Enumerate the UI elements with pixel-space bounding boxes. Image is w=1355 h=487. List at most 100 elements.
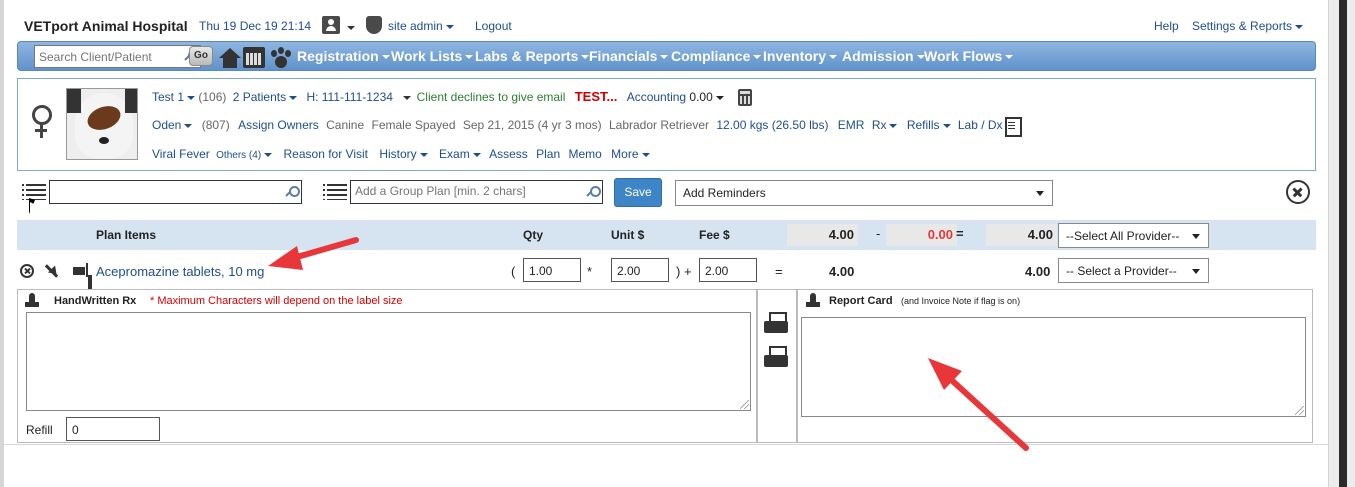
go-button[interactable]: Go <box>189 46 213 66</box>
history-menu[interactable]: History <box>379 147 427 161</box>
help-link[interactable]: Help <box>1154 19 1179 33</box>
refill-input[interactable]: 0 <box>66 417 160 441</box>
plan-link[interactable]: Plan <box>536 147 560 161</box>
printer-icon[interactable] <box>764 346 788 368</box>
move-down-arrow-icon[interactable] <box>44 264 58 278</box>
select-all-provider[interactable]: --Select All Provider-- <box>1058 223 1209 248</box>
resize-grip-icon[interactable] <box>1295 406 1304 415</box>
pet-dob: Sep 21, 2015 (4 yr 3 mos) <box>462 118 602 132</box>
window-scrollbar[interactable] <box>1328 0 1355 487</box>
client-alert[interactable]: TEST... <box>575 89 618 104</box>
select-all-provider-value: --Select All Provider-- <box>1066 229 1180 243</box>
emr-link[interactable]: EMR <box>838 118 865 132</box>
reminders-select-value: Add Reminders <box>683 186 766 200</box>
problem-link[interactable]: Viral Fever <box>152 147 210 161</box>
assign-owners-link[interactable]: Assign Owners <box>238 118 319 132</box>
reason-for-visit-link[interactable]: Reason for Visit <box>284 147 369 161</box>
home-icon[interactable] <box>219 48 241 68</box>
nav-menu-inventory[interactable]: Inventory <box>763 48 837 64</box>
search-input[interactable] <box>39 48 179 65</box>
rx-menu[interactable]: Rx <box>872 118 898 132</box>
handwritten-rx-textarea[interactable] <box>26 312 751 411</box>
fee-input[interactable]: 2.00 <box>699 258 757 282</box>
resize-grip-icon[interactable] <box>740 400 749 409</box>
scrollbar-thumb[interactable] <box>1339 0 1347 487</box>
unit-price-input[interactable]: 2.00 <box>611 258 669 282</box>
refill-label: Refill <box>26 423 53 437</box>
accounting-link[interactable]: Accounting <box>627 90 686 104</box>
inventory-forklift-icon[interactable] <box>73 263 93 279</box>
lab-dx-link[interactable]: Lab / Dx <box>958 118 1003 132</box>
patients-menu[interactable]: 2 Patients <box>233 90 297 104</box>
handwritten-rx-title: HandWritten Rx <box>54 295 137 307</box>
memo-link[interactable]: Memo <box>568 147 601 161</box>
close-icon[interactable] <box>1286 180 1310 204</box>
female-icon-crossbar <box>35 129 47 132</box>
printer-icon[interactable] <box>764 312 788 334</box>
group-plan-input[interactable] <box>355 184 575 198</box>
pet-photo[interactable] <box>66 88 138 160</box>
female-icon <box>30 105 52 139</box>
email-note: Client declines to give email <box>416 90 566 104</box>
pet-weight[interactable]: 12.00 kgs (26.50 lbs) <box>716 118 828 132</box>
calculator-icon[interactable] <box>738 89 752 106</box>
plan-item-name[interactable]: Acepromazine tablets, 10 mg <box>96 264 264 279</box>
exam-menu[interactable]: Exam <box>439 147 481 161</box>
account-balance[interactable]: 0.00 <box>689 90 723 104</box>
plan-item-search[interactable] <box>49 180 302 204</box>
paw-icon[interactable] <box>269 47 293 69</box>
client-phone[interactable]: H: 111-111-1234 <box>306 90 393 104</box>
plan-net-total: 4.00 <box>986 224 1057 246</box>
nav-menu-compliance[interactable]: Compliance <box>671 48 761 64</box>
pet-count: (807) <box>201 118 230 132</box>
qty-input[interactable]: 1.00 <box>523 258 581 282</box>
user-icon[interactable] <box>322 16 340 34</box>
search-icon[interactable] <box>587 186 601 199</box>
client-name-link[interactable]: Test 1 <box>152 90 195 104</box>
mouse-cursor-icon <box>29 198 35 214</box>
open-paren: ( <box>511 264 516 279</box>
plan-item-search-input[interactable] <box>54 184 274 198</box>
client-patient-search[interactable] <box>34 45 201 68</box>
refills-menu[interactable]: Refills <box>907 118 951 132</box>
window-frame-left <box>0 0 4 487</box>
shield-icon <box>366 16 382 34</box>
pet-name-link[interactable]: Oden <box>152 118 192 132</box>
nav-menu-financials[interactable]: Financials <box>589 48 668 64</box>
user-menu[interactable]: site admin <box>388 19 454 33</box>
app-title: VETport Animal Hospital <box>24 18 188 34</box>
group-plan-search[interactable] <box>350 180 603 204</box>
main-nav-bar: Go Registration Work Lists Labs & Report… <box>17 41 1316 71</box>
reminders-select[interactable]: Add Reminders <box>675 180 1053 206</box>
fee-header: Fee $ <box>699 228 730 242</box>
nav-menu-registration[interactable]: Registration <box>297 48 390 64</box>
nav-menu-labs-reports[interactable]: Labs & Reports <box>475 48 589 64</box>
close-paren-plus: ) + <box>676 264 692 279</box>
group-plan-list-icon[interactable] <box>323 184 347 200</box>
pet-row: Oden (807) Assign Owners Canine Female S… <box>152 118 1003 132</box>
stamp-icon <box>25 293 39 309</box>
report-card-note: (and Invoice Note if flag is on) <box>901 296 1021 306</box>
pet-species: Canine <box>326 118 365 132</box>
nav-menu-work-lists[interactable]: Work Lists <box>391 48 473 64</box>
settings-reports-menu[interactable]: Settings & Reports <box>1192 19 1303 33</box>
nav-menu-work-flows[interactable]: Work Flows <box>924 48 1013 64</box>
item-subtotal: 4.00 <box>829 264 855 279</box>
search-icon[interactable] <box>286 186 300 199</box>
report-card-panel: Report Card (and Invoice Note if flag is… <box>797 289 1313 443</box>
save-button[interactable]: Save <box>614 178 662 207</box>
notes-icon[interactable] <box>1002 117 1022 137</box>
calendar-icon[interactable] <box>243 47 265 68</box>
item-provider-select[interactable]: -- Select a Provider-- <box>1058 258 1209 283</box>
remove-item-icon[interactable] <box>20 264 34 278</box>
nav-menu-admission[interactable]: Admission <box>842 48 925 64</box>
phone-chevron-icon[interactable] <box>400 90 411 104</box>
logout-link[interactable]: Logout <box>475 19 512 33</box>
assess-link[interactable]: Assess <box>489 147 528 161</box>
others-menu[interactable]: Others (4) <box>216 150 272 161</box>
user-menu-chevron-icon[interactable] <box>344 20 355 34</box>
report-card-textarea[interactable] <box>801 317 1306 417</box>
page-bottom-area <box>4 444 1328 487</box>
client-row: Test 1 (106) 2 Patients H: 111-111-1234 … <box>152 89 724 104</box>
more-menu[interactable]: More <box>611 147 649 161</box>
